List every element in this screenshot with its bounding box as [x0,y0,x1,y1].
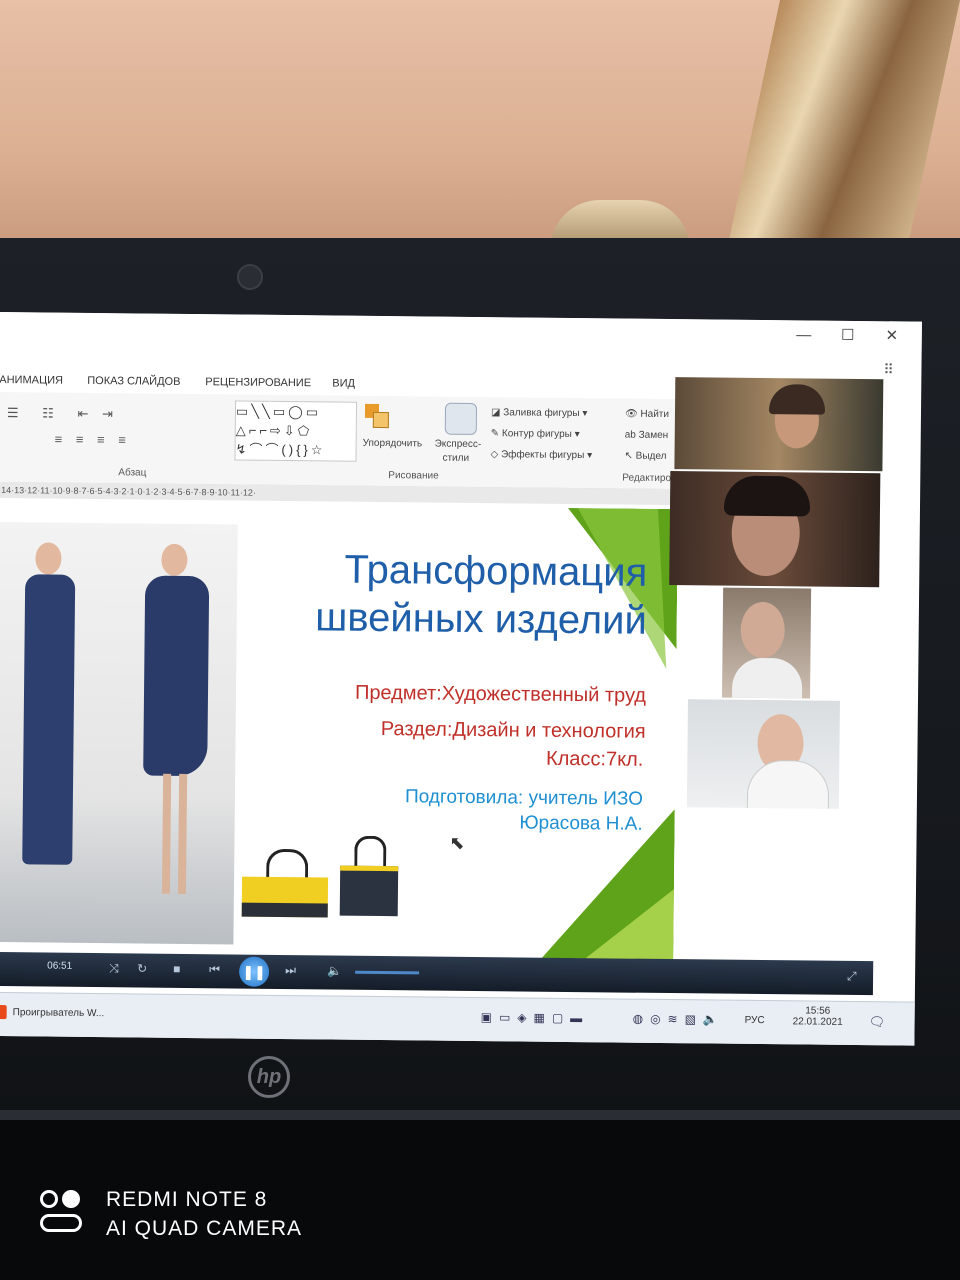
next-icon[interactable]: ⏭ [285,963,296,978]
paragraph-group-label: Абзац [118,467,147,479]
replace-label: Замен [638,429,669,442]
indent-icon[interactable]: ⇤ [77,406,88,421]
pen-icon: ✎ [490,428,502,440]
select-label: Выдел [635,450,667,462]
hp-logo: hp [248,1056,290,1098]
find-button[interactable]: 👁 Найти [625,409,669,420]
shape-fill-button[interactable]: ◪ Заливка фигуры ▾ [491,407,588,419]
align-center-icon[interactable]: ≡ [76,432,84,447]
justify-icon[interactable]: ≡ [118,432,126,447]
shape-effects-button[interactable]: ◇ Эффекты фигуры ▾ [490,449,592,461]
cursor-icon: ↖ [624,450,636,462]
minimize-icon[interactable]: — [790,324,818,346]
pause-button[interactable]: ❚❚ [238,956,270,987]
author-text: Юрасова Н.А. [519,812,643,835]
drawing-group-label: Рисование [388,470,439,482]
ribbon: ☰ ☷ ⇤ ⇥ ≡ ≡ ≡ ≡ Абзац ▭╲╲▭◯▭ △⌐⌐⇨⇩⬠ ↯⌒⌒(){… [0,391,680,491]
camera-watermark-logo [40,1190,90,1238]
paint-bucket-icon: ◪ [490,407,504,419]
media-player-bar: 06:51 ⤨ ↻ ■ ⏮ ❚❚ ⏭ 🔈 ⤢ [0,951,874,996]
clock-date: 22.01.2021 [792,1016,843,1028]
video-tile-teacher[interactable] [674,377,884,472]
quick-styles-icon[interactable] [444,402,478,435]
grid-view-icon[interactable]: ⠿ [883,361,903,381]
replace-button[interactable]: ab Замен [625,430,669,441]
effects-icon: ◇ [490,449,502,461]
grade-text: Класс:7кл. [545,747,644,771]
outdent-icon[interactable]: ⇥ [102,406,113,421]
bullets-icon[interactable]: ☰ [7,405,19,420]
replace-icon: ab [624,429,639,441]
close-icon[interactable]: ✕ [878,325,906,347]
tab-view[interactable]: ВИД [332,377,355,389]
find-label: Найти [640,408,670,421]
slide-title: Трансформация швейных изделий [237,545,648,645]
media-player-taskbar-icon[interactable] [0,1004,7,1020]
numbering-icon[interactable]: ☷ [42,405,54,420]
tab-slide-show[interactable]: ПОКАЗ СЛАЙДОВ [87,375,180,388]
taskbar-app-label[interactable]: Проигрыватель W... [13,1007,105,1019]
laptop-screen: — ☐ ✕ ⠿ АНИМАЦИЯ ПОКАЗ СЛАЙДОВ РЕЦЕНЗИРО… [0,312,922,1046]
tab-review[interactable]: РЕЦЕНЗИРОВАНИЕ [205,376,311,389]
maximize-icon[interactable]: ☐ [834,325,862,347]
shuffle-icon[interactable]: ⤨ [109,961,119,976]
fullscreen-icon[interactable]: ⤢ [847,969,857,984]
tray-icons[interactable]: ▣▭◈▦▢▬ [481,1010,590,1025]
slide-title-line1: Трансформация [344,547,648,595]
shape-outline-label: Контур фигуры [501,428,572,440]
shapes-gallery[interactable]: ▭╲╲▭◯▭ △⌐⌐⇨⇩⬠ ↯⌒⌒(){}☆ [234,400,358,462]
notifications-icon[interactable]: 🗨 [869,1014,886,1030]
previous-icon[interactable]: ⏮ [209,962,220,977]
slide-canvas: Трансформация швейных изделий Предмет:Ху… [0,501,678,970]
volume-icon[interactable]: 🔈 [327,963,342,977]
player-time: 06:51 [47,960,73,972]
shape-effects-label: Эффекты фигуры [500,449,585,462]
volume-slider[interactable] [355,970,420,975]
webcam [237,264,263,290]
align-right-icon[interactable]: ≡ [97,432,105,447]
arrange-icon[interactable] [364,403,395,434]
yellow-bag-image [241,848,331,918]
section-text: Раздел:Дизайн и технология [380,718,646,743]
align-left-icon[interactable]: ≡ [55,432,63,447]
clock-time: 15:56 [805,1005,831,1017]
arrange-button[interactable]: Упорядочить [363,438,423,450]
shape-fill-label: Заливка фигуры [503,407,580,420]
language-indicator[interactable]: РУС [745,1015,765,1026]
video-tile-student-1[interactable] [669,471,881,588]
editing-group-label: Редактиро [622,472,672,485]
dark-bag-image [339,835,399,917]
watermark-line2: AI QUAD CAMERA [106,1217,303,1240]
clock[interactable]: 15:56 22.01.2021 [792,1005,843,1028]
paragraph-tools[interactable]: ☰ ☷ ⇤ ⇥ ≡ ≡ ≡ ≡ [6,400,217,458]
repeat-icon[interactable]: ↻ [137,961,147,975]
subject-text: Предмет:Художественный труд [354,681,647,707]
watermark-line1: REDMI NOTE 8 [106,1188,268,1211]
stop-icon[interactable]: ■ [173,962,180,976]
binoculars-icon: 👁 [624,408,641,420]
video-tile-student-3[interactable] [686,699,840,809]
fashion-models-image [0,521,238,945]
quick-styles-button[interactable]: Экспресс- [435,439,482,450]
quick-styles-button-line2: стили [442,452,470,464]
shape-outline-button[interactable]: ✎ Контур фигуры ▾ [491,428,580,440]
video-tile-student-2[interactable] [722,587,812,699]
slide-title-line2: швейных изделий [315,595,648,643]
mouse-cursor-icon: ⬉ [449,832,465,853]
select-button[interactable]: ↖ Выдел [624,451,666,462]
tab-animation[interactable]: АНИМАЦИЯ [0,374,63,387]
prepared-by-text: Подготовила: учитель ИЗО [404,786,644,810]
system-tray-icons[interactable]: ◍◎≋▧🔈 [633,1012,725,1027]
